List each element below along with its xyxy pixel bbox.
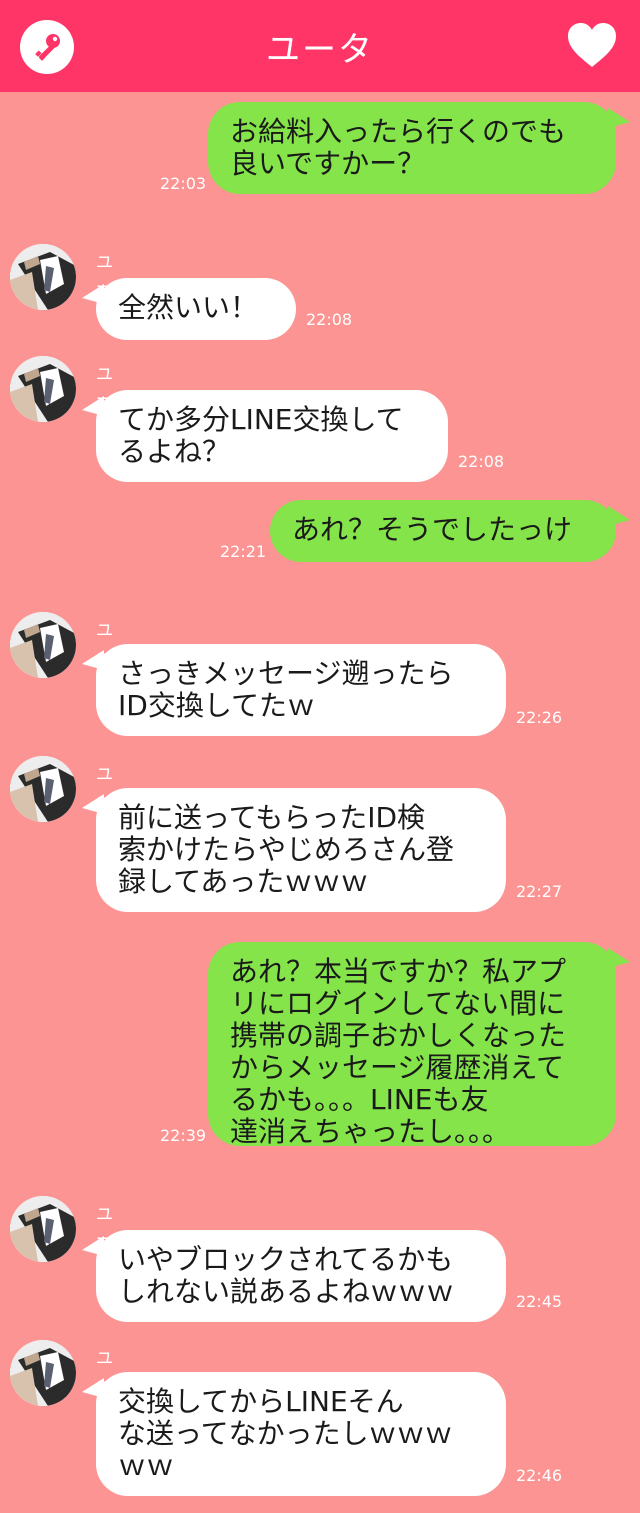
message-timestamp: 22:39: [160, 1126, 207, 1145]
message-timestamp: 22:21: [220, 542, 267, 561]
avatar[interactable]: [10, 1340, 76, 1406]
message-bubble[interactable]: さっきメッセージ遡ったら ID交換してたｗ: [96, 644, 506, 736]
heart-icon: [568, 23, 616, 67]
message-timestamp: 22:45: [516, 1292, 563, 1311]
message-bubble[interactable]: てか多分LINE交換して るよね？: [96, 390, 448, 482]
message-timestamp: 22:46: [516, 1466, 563, 1485]
message-timestamp: 22:08: [458, 452, 505, 471]
key-icon: [35, 34, 60, 61]
avatar[interactable]: [10, 756, 76, 822]
message-bubble[interactable]: お給料入ったら行くのでも 良いですかー？: [208, 102, 616, 194]
message-bubble[interactable]: 交換してからLINEそん な送ってなかったしｗｗｗ ｗｗ: [96, 1372, 506, 1496]
avatar[interactable]: [10, 244, 76, 310]
chat-title: ユータ: [266, 29, 374, 70]
message-timestamp: 22:27: [516, 882, 563, 901]
avatar[interactable]: [10, 612, 76, 678]
message-timestamp: 22:26: [516, 708, 563, 727]
message-bubble[interactable]: 前に送ってもらったID検 索かけたらやじめろさん登 録してあったｗｗｗ: [96, 788, 506, 912]
chat-header: ユータ: [0, 0, 640, 92]
message-bubble[interactable]: あれ？本当ですか？私アプ リにログインしてない間に 携帯の調子おかしくなった か…: [208, 942, 616, 1148]
favorite-button[interactable]: [566, 22, 618, 70]
avatar[interactable]: [10, 356, 76, 422]
message-bubble[interactable]: いやブロックされてるかも しれない説あるよねｗｗｗ: [96, 1230, 506, 1322]
message-bubble[interactable]: あれ？そうでしたっけ: [270, 500, 616, 562]
avatar[interactable]: [10, 1196, 76, 1262]
key-button[interactable]: [20, 20, 74, 74]
message-timestamp: 22:08: [306, 310, 353, 329]
message-bubble[interactable]: 全然いい！: [96, 278, 296, 340]
message-timestamp: 22:03: [160, 174, 207, 193]
